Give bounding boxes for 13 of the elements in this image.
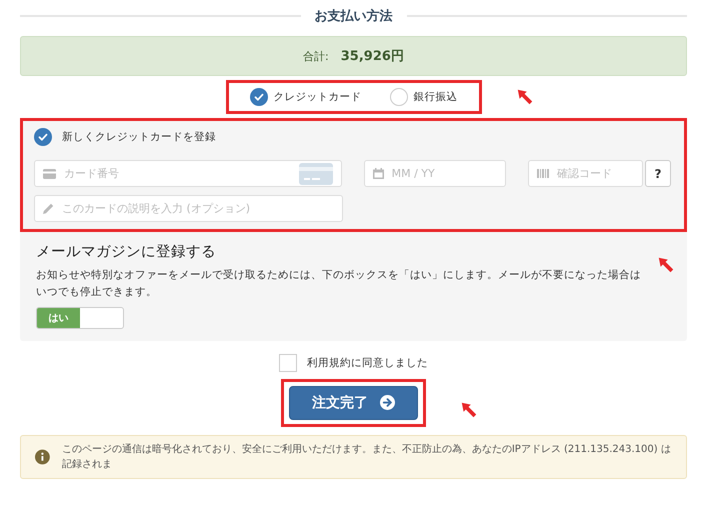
- payment-option[interactable]: クレジットカード: [250, 88, 362, 106]
- newsletter-toggle[interactable]: はい: [36, 306, 124, 329]
- total-label: 合計:: [303, 48, 329, 64]
- newsletter-description: お知らせや特別なオファーをメールで受け取るためには、下のボックスを「はい」にします。メールが不要になった場合はいつでも停止できます。: [36, 268, 642, 300]
- help-button[interactable]: ?: [645, 160, 671, 187]
- register-card-label: 新しくクレジットカードを登録: [62, 130, 216, 144]
- total-amount: 35,926円: [340, 48, 404, 65]
- payment-option[interactable]: 銀行振込: [390, 88, 458, 106]
- submit-order-button[interactable]: 注文完了: [289, 386, 418, 420]
- terms-checkbox[interactable]: 利用規約に同意しました: [273, 352, 434, 373]
- section-title: お支払い方法: [314, 8, 392, 25]
- notice-text: このページの通信は暗号化されており、安全にご利用いただけます。また、不正防止の為、あなたのIPアドレス (211.135.243.100) は記録されま: [62, 442, 672, 472]
- newsletter-title: メールマガジンに登録する: [36, 243, 217, 261]
